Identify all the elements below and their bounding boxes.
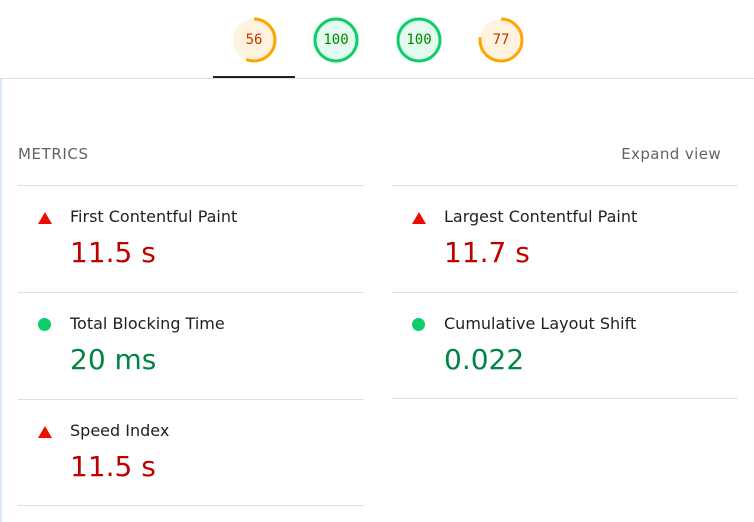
metric-first-contentful-paint: First Contentful Paint 11.5 s	[18, 185, 364, 292]
metric-speed-index: Speed Index 11.5 s	[18, 399, 364, 506]
gauge-score: 77	[492, 32, 510, 48]
gauge-score: 56	[245, 32, 263, 48]
active-tab-indicator	[213, 76, 295, 78]
metric-value: 11.5 s	[70, 450, 156, 483]
metric-value: 11.7 s	[444, 236, 530, 269]
expand-view-toggle[interactable]: Expand view	[621, 145, 721, 163]
score-gauges-bar: 56 100 100 77	[0, 0, 754, 79]
metric-largest-contentful-paint: Largest Contentful Paint 11.7 s	[392, 185, 738, 292]
metric-label: Largest Contentful Paint	[444, 207, 638, 226]
metric-value: 20 ms	[70, 343, 157, 376]
performance-gauge[interactable]: 56	[231, 17, 277, 63]
gauge-score: 100	[323, 32, 349, 48]
best-practices-gauge[interactable]: 100	[396, 17, 442, 63]
metric-value: 0.022	[444, 343, 525, 376]
triangle-warning-icon	[38, 211, 52, 225]
circle-pass-icon	[412, 318, 426, 332]
metric-total-blocking-time: Total Blocking Time 20 ms	[18, 292, 364, 399]
triangle-warning-icon	[412, 211, 426, 225]
circle-pass-icon	[38, 318, 52, 332]
metric-label: Speed Index	[70, 421, 170, 440]
accessibility-gauge[interactable]: 100	[313, 17, 359, 63]
left-border	[0, 78, 2, 522]
metric-label: First Contentful Paint	[70, 207, 238, 226]
gauge-score: 100	[406, 32, 432, 48]
metric-value: 11.5 s	[70, 236, 156, 269]
metric-label: Cumulative Layout Shift	[444, 314, 637, 333]
metric-cumulative-layout-shift: Cumulative Layout Shift 0.022	[392, 292, 738, 399]
metrics-heading: METRICS	[18, 145, 89, 163]
metrics-column-right: Largest Contentful Paint 11.7 s Cumulati…	[392, 185, 738, 399]
lighthouse-report: 56 100 100 77 METRICS Expand view First …	[0, 0, 754, 522]
metrics-column-left: First Contentful Paint 11.5 s Total Bloc…	[18, 185, 364, 506]
seo-gauge[interactable]: 77	[478, 17, 524, 63]
metric-label: Total Blocking Time	[70, 314, 225, 333]
triangle-warning-icon	[38, 425, 52, 439]
